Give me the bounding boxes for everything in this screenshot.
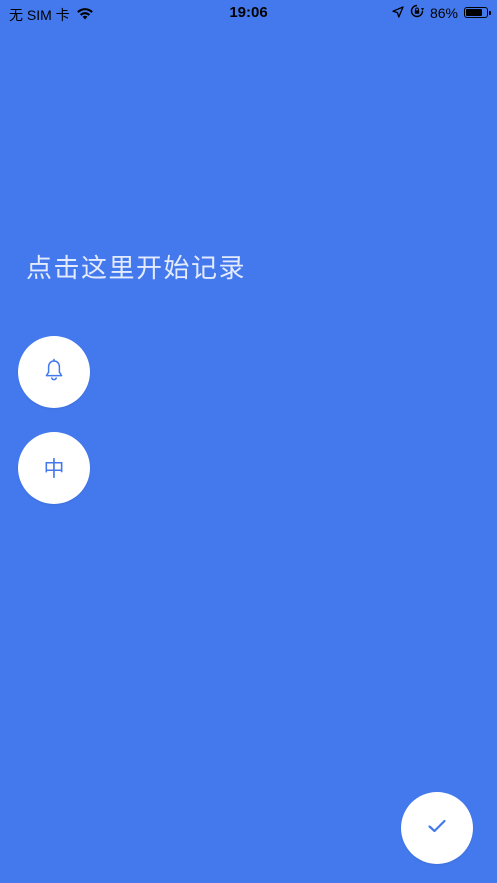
rotation-lock-icon — [410, 4, 424, 21]
bell-icon — [43, 358, 65, 386]
checkmark-icon — [427, 818, 447, 838]
status-bar-right: 86% — [392, 4, 491, 21]
start-recording-prompt[interactable]: 点击这里开始记录 — [26, 248, 246, 285]
priority-button[interactable]: 中 — [18, 432, 90, 504]
battery-icon — [464, 7, 491, 18]
location-arrow-icon — [392, 5, 404, 21]
battery-nub — [489, 11, 491, 15]
confirm-button[interactable] — [401, 792, 473, 864]
battery-percent: 86% — [429, 4, 458, 21]
battery-fill — [466, 9, 482, 16]
priority-label: 中 — [43, 457, 65, 481]
reminder-button[interactable] — [18, 336, 90, 408]
status-bar: 无 SIM 卡 19:06 86% — [0, 0, 497, 26]
